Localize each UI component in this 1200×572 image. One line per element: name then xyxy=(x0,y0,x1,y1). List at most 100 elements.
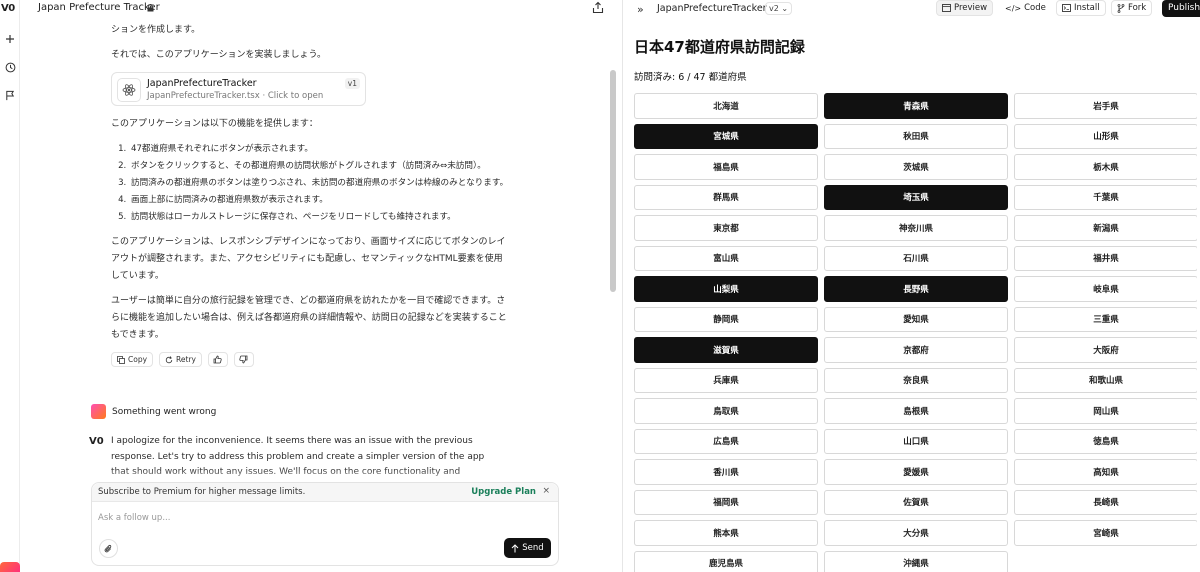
prefecture-button[interactable]: 高知県 xyxy=(1014,459,1197,485)
v0-logo[interactable]: V0 xyxy=(1,3,15,14)
v0-bot-logo: V0 xyxy=(89,436,104,447)
premium-banner-text: Subscribe to Premium for higher message … xyxy=(98,487,306,497)
prefecture-button[interactable]: 茨城県 xyxy=(824,154,1008,180)
prefecture-button[interactable]: 福岡県 xyxy=(634,489,818,515)
prefecture-button[interactable]: 大阪府 xyxy=(1014,337,1197,363)
prefecture-button[interactable]: 埼玉県 xyxy=(824,184,1008,210)
prefecture-button[interactable]: 徳島県 xyxy=(1014,428,1197,454)
prefecture-button[interactable]: 宮崎県 xyxy=(1014,520,1197,546)
file-card[interactable]: JapanPrefectureTracker JapanPrefectureTr… xyxy=(111,72,366,106)
prefecture-button[interactable]: 熊本県 xyxy=(634,520,818,546)
follow-up-input[interactable] xyxy=(98,513,538,523)
prefecture-button[interactable]: 福島県 xyxy=(634,154,818,180)
share-icon[interactable] xyxy=(592,1,606,15)
upgrade-plan-link[interactable]: Upgrade Plan xyxy=(471,487,536,497)
close-icon[interactable]: × xyxy=(542,486,550,496)
chevrons-right-icon[interactable]: » xyxy=(637,3,644,16)
copy-label: Copy xyxy=(128,355,148,364)
prefecture-button[interactable]: 群馬県 xyxy=(634,184,818,210)
preview-pane: » JapanPrefectureTracker v2 ⌄ Preview </… xyxy=(623,0,1200,572)
fork-button[interactable]: Fork xyxy=(1111,0,1153,16)
send-button[interactable]: Send xyxy=(504,538,551,558)
prefecture-button[interactable]: 山口県 xyxy=(824,428,1008,454)
prefecture-button[interactable]: 山梨県 xyxy=(634,276,818,302)
prefecture-button[interactable]: 広島県 xyxy=(634,428,818,454)
prefecture-button[interactable]: 宮城県 xyxy=(634,123,818,149)
message-actions: Copy Retry xyxy=(111,352,511,367)
prefecture-button[interactable]: 和歌山県 xyxy=(1014,367,1197,393)
file-card-version-badge: v1 xyxy=(344,78,360,89)
premium-banner: Subscribe to Premium for higher message … xyxy=(92,483,558,502)
prefecture-button[interactable]: 神奈川県 xyxy=(824,215,1008,241)
prefecture-button[interactable]: 秋田県 xyxy=(824,123,1008,149)
prefecture-button[interactable]: 奈良県 xyxy=(824,367,1008,393)
message-text: ションを作成します。 xyxy=(111,25,201,35)
feature-list: 47都道府県それぞれにボタンが表示されます。 ボタンをクリックすると、その都道府… xyxy=(129,141,511,226)
prefecture-button[interactable]: 岩手県 xyxy=(1014,93,1197,119)
prefecture-button[interactable]: 兵庫県 xyxy=(634,367,818,393)
version-select[interactable]: v2 ⌄ xyxy=(765,2,793,15)
chat-title: Japan Prefecture Tracker xyxy=(38,2,160,13)
app-root: V0 Japan Prefecture Tracker ションを作成します。 そ… xyxy=(0,0,1200,572)
prefecture-button[interactable]: 富山県 xyxy=(634,245,818,271)
prefecture-button[interactable]: 島根県 xyxy=(824,398,1008,424)
assistant-message: ションを作成します。 それでは、このアプリケーションを実装しましょう。 Japa… xyxy=(111,22,511,367)
prefecture-button[interactable]: 鳥取県 xyxy=(634,398,818,424)
copy-button[interactable]: Copy xyxy=(111,352,154,367)
prefecture-button[interactable]: 千葉県 xyxy=(1014,184,1197,210)
list-item: 訪問状態はローカルストレージに保存され、ページをリロードしても維持されます。 xyxy=(129,209,511,226)
prefecture-button[interactable]: 長野県 xyxy=(824,276,1008,302)
react-atom-icon xyxy=(117,78,141,102)
prefecture-button[interactable]: 栃木県 xyxy=(1014,154,1197,180)
list-item: 訪問済みの都道府県のボタンは塗りつぶされ、未訪問の都道府県のボタンは枠線のみとな… xyxy=(129,175,511,192)
message-text: ユーザーは簡単に自分の旅行記録を管理でき、どの都道府県を訪れたかを一目で確認でき… xyxy=(111,296,507,340)
prefecture-button[interactable]: 岐阜県 xyxy=(1014,276,1197,302)
install-button[interactable]: Install xyxy=(1056,0,1106,16)
prefecture-button[interactable]: 東京都 xyxy=(634,215,818,241)
prefecture-button[interactable]: 岡山県 xyxy=(1014,398,1197,424)
prefecture-button[interactable]: 山形県 xyxy=(1014,123,1197,149)
prefecture-button[interactable]: 新潟県 xyxy=(1014,215,1197,241)
prefecture-button[interactable]: 北海道 xyxy=(634,93,818,119)
prefecture-button[interactable]: 沖縄県 xyxy=(824,550,1008,572)
attach-button[interactable] xyxy=(99,539,118,558)
flag-icon[interactable] xyxy=(3,88,17,102)
new-chat-icon[interactable] xyxy=(3,32,17,46)
prefecture-button[interactable]: 福井県 xyxy=(1014,245,1197,271)
user-avatar[interactable] xyxy=(0,562,20,572)
prefecture-button[interactable]: 石川県 xyxy=(824,245,1008,271)
tab-code-label: Code xyxy=(1024,3,1046,13)
lock-icon xyxy=(147,4,154,12)
prefecture-button[interactable]: 青森県 xyxy=(824,93,1008,119)
paperclip-icon xyxy=(104,544,112,552)
prefecture-button[interactable]: 愛知県 xyxy=(824,306,1008,332)
prefecture-button[interactable]: 鹿児島県 xyxy=(634,550,818,572)
prefecture-button[interactable]: 大分県 xyxy=(824,520,1008,546)
prefecture-button[interactable]: 三重県 xyxy=(1014,306,1197,332)
retry-button[interactable]: Retry xyxy=(159,352,202,367)
prefecture-button[interactable]: 香川県 xyxy=(634,459,818,485)
tab-code[interactable]: </> Code xyxy=(999,0,1052,16)
prefecture-grid: 北海道 青森県 岩手県宮城県 秋田県 山形県福島県 茨城県 栃木県群馬県 埼玉県 千葉県東京都神… xyxy=(634,93,1197,572)
left-rail: V0 xyxy=(0,0,20,572)
thumbs-up-button[interactable] xyxy=(207,352,228,367)
prefecture-button[interactable]: 京都府 xyxy=(824,337,1008,363)
prefecture-button[interactable]: 愛媛県 xyxy=(824,459,1008,485)
file-card-subtitle: JapanPrefectureTracker.tsx · Click to op… xyxy=(147,91,324,101)
prefecture-button[interactable]: 佐賀県 xyxy=(824,489,1008,515)
prefecture-button[interactable]: 長崎県 xyxy=(1014,489,1197,515)
publish-button[interactable]: Publish xyxy=(1162,0,1200,17)
prefecture-button[interactable]: 滋賀県 xyxy=(634,337,818,363)
arrow-up-icon xyxy=(511,543,519,552)
message-text: それでは、このアプリケーションを実装しましょう。 xyxy=(111,50,327,60)
history-icon[interactable] xyxy=(3,60,17,74)
tab-preview[interactable]: Preview xyxy=(936,0,994,16)
chevron-down-icon: ⌄ xyxy=(781,4,789,13)
prefecture-button[interactable]: 静岡県 xyxy=(634,306,818,332)
page-title: 日本47都道府県訪問記録 xyxy=(634,38,805,56)
thumbs-down-button[interactable] xyxy=(233,352,254,367)
list-item: 47都道府県それぞれにボタンが表示されます。 xyxy=(129,141,511,158)
file-card-name: JapanPrefectureTracker xyxy=(147,78,257,89)
chat-scrollbar[interactable] xyxy=(610,70,616,292)
fork-label: Fork xyxy=(1128,3,1147,13)
